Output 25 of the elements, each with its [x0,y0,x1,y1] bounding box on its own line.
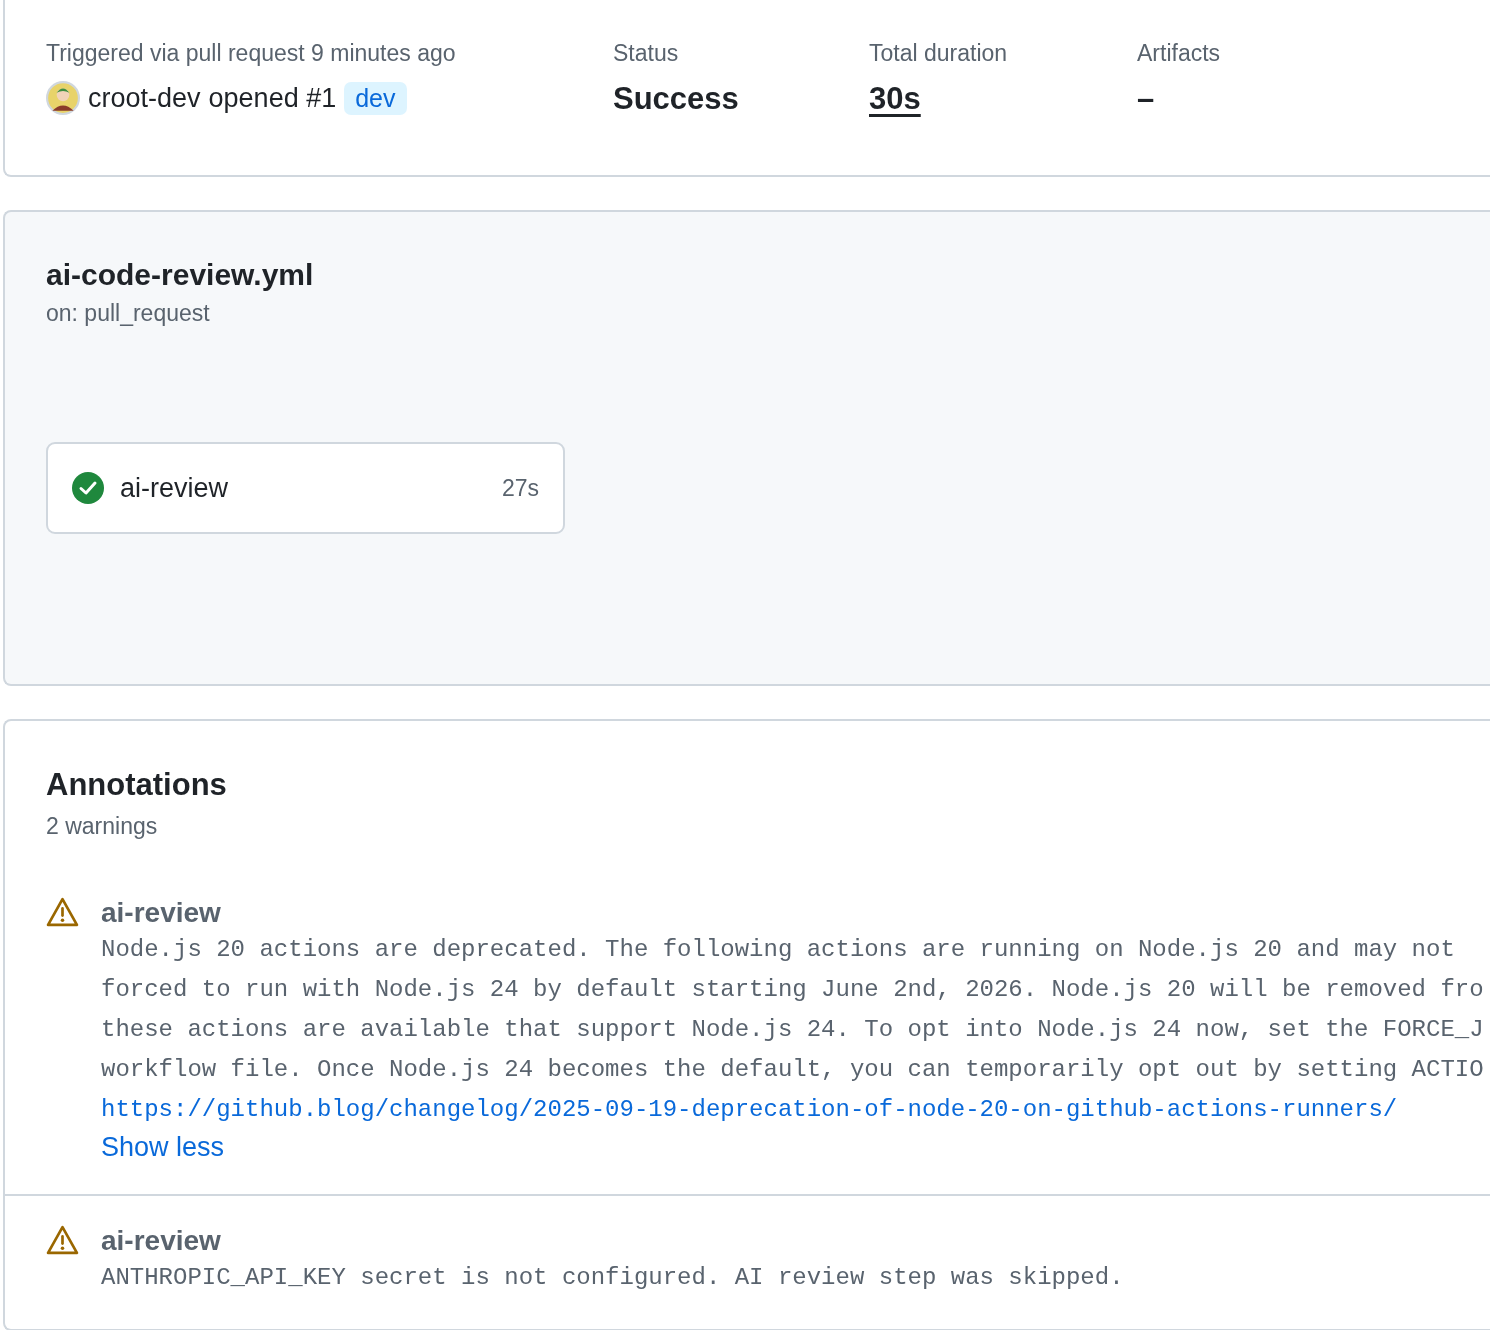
action-text: opened #1 [208,82,337,114]
status-label: Status [613,40,680,67]
artifacts-value: – [1137,81,1156,117]
annotation-message: Node.js 20 actions are deprecated. The following actions are running on Node.js 20 and may not forced to run with Node.js 24 by default starting June 2nd, 2026. Node.js 20 will be removed fro these actions are available that support Node.js 24. To opt into Node.js 24 now, set the FORCE_J workflow file. Once Node.js 24 becomes the default, you can temporarily opt out by setting ACTIO [101,935,1484,1085]
duration-label: Total duration [869,40,1009,67]
workflow-file: ai-code-review.yml [46,258,315,292]
check-circle-icon [72,472,104,504]
warning-icon [46,896,79,929]
annotation-job: ai-review [101,896,221,930]
avatar-icon [46,81,80,115]
actor-link[interactable]: croot-dev [88,82,201,114]
warning-count: 2 warnings [46,813,159,840]
annotation-message: ANTHROPIC_API_KEY secret is not configured. AI review step was skipped. [101,1263,1124,1293]
annotation-job: ai-review [101,1224,221,1258]
show-less-link[interactable]: Show less [101,1130,225,1164]
warning-icon [46,1224,79,1257]
duration-link[interactable]: 30s [869,81,1137,117]
workflow-trigger: on: pull_request [46,300,211,327]
trigger-label: Triggered via pull request 9 minutes ago [46,40,457,67]
status-value: Success [613,81,740,117]
changelog-link[interactable]: https://github.blog/changelog/2025-09-19-deprecation-of-node-20-on-github-actions-runners/ [101,1096,1398,1123]
branch-label[interactable]: dev [344,81,407,115]
annotations-title: Annotations [46,767,228,803]
job-node[interactable]: ai-review 27s [46,442,565,534]
artifacts-label: Artifacts [1137,40,1221,67]
